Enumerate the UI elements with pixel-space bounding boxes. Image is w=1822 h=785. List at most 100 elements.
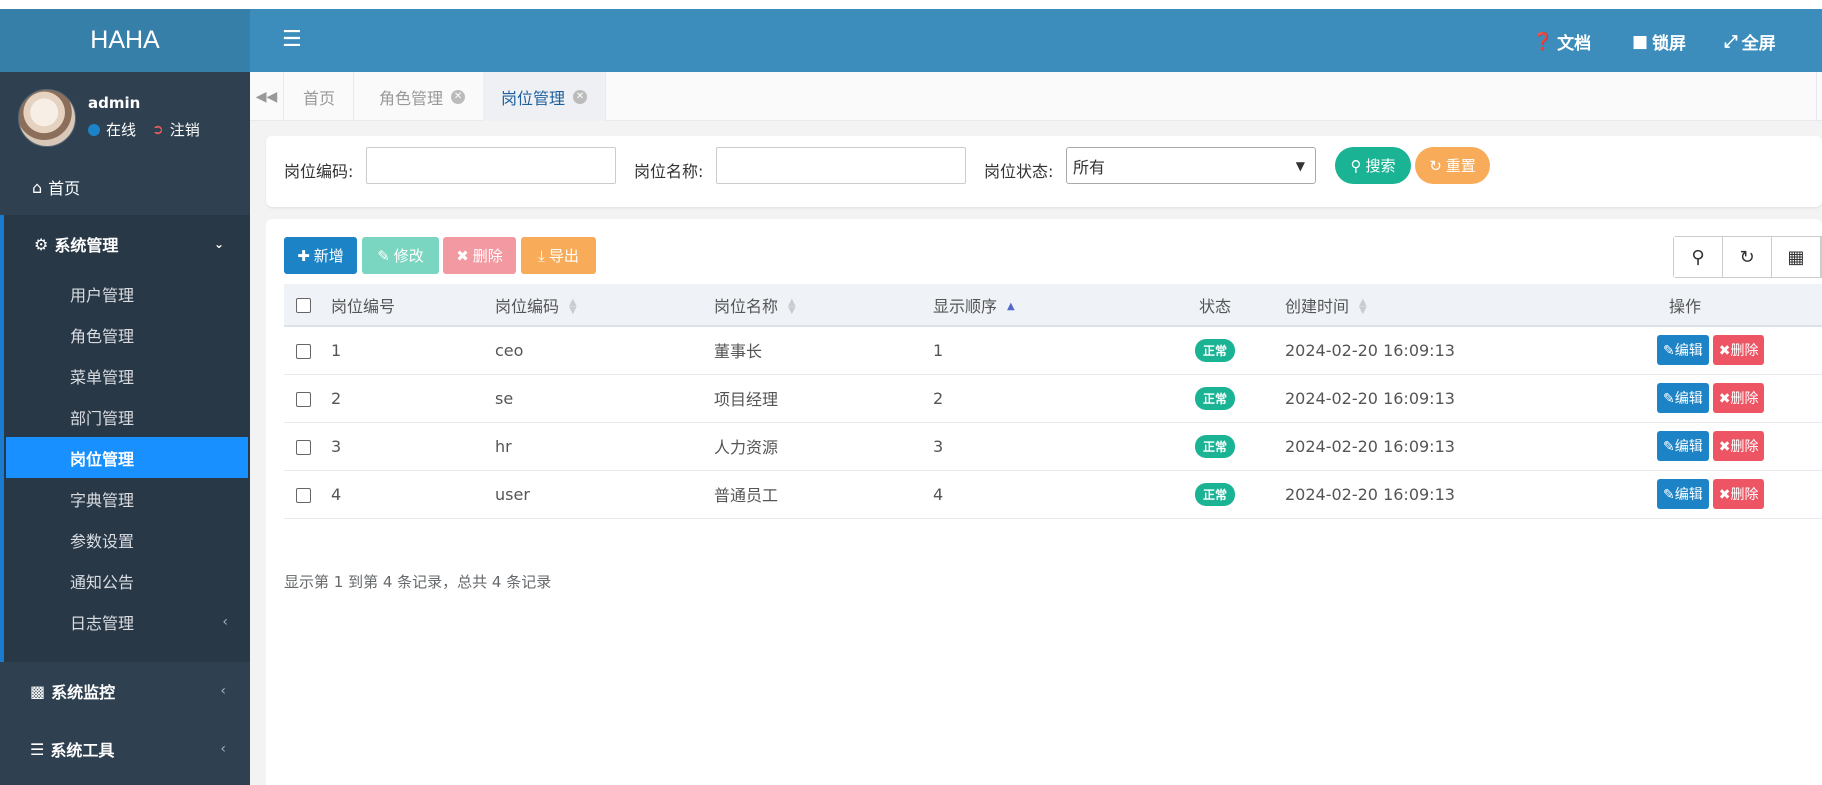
- post-code-input[interactable]: [366, 147, 616, 184]
- tab-roles[interactable]: 角色管理 ✕: [361, 72, 485, 121]
- table-row[interactable]: 3 hr 人力资源 3 正常 2024-02-20 16:09:13 ✎编辑 ✖删…: [284, 422, 1822, 471]
- fullscreen-label: 全屏: [1741, 34, 1776, 54]
- avatar[interactable]: [18, 89, 76, 147]
- select-all-checkbox[interactable]: [296, 298, 311, 313]
- docs-link[interactable]: ❓ 文档: [1532, 29, 1592, 55]
- cell-post-id: 2: [331, 374, 495, 423]
- col-post-name[interactable]: 岗位名称 ▲ ▼: [714, 284, 933, 327]
- tab-home[interactable]: 首页: [285, 72, 355, 121]
- lock-label: 锁屏: [1652, 34, 1687, 54]
- cell-post-name: 人力资源: [714, 422, 933, 471]
- sidebar-item-label: 系统监控: [51, 683, 116, 702]
- col-label: 操作: [1669, 296, 1702, 316]
- top-strip: [0, 0, 1822, 9]
- lock-screen-link[interactable]: ■ 锁屏: [1632, 29, 1687, 55]
- edit-button-label: 修改: [393, 247, 424, 265]
- gear-icon: ⚙: [34, 234, 49, 254]
- online-dot-icon: [88, 123, 100, 136]
- col-create-time[interactable]: 创建时间 ▲ ▼: [1267, 284, 1657, 327]
- table-row[interactable]: 4 user 普通员工 4 正常 2024-02-20 16:09:13 ✎编辑…: [284, 470, 1822, 519]
- search-button-label: 搜索: [1365, 157, 1396, 175]
- cell-post-id: 3: [331, 422, 495, 471]
- sidebar-item-monitor[interactable]: ▩ 系统监控 ‹: [0, 662, 250, 720]
- cell-order: 1: [933, 326, 1163, 375]
- reset-button-label: 重置: [1445, 157, 1476, 175]
- add-button-label: 新增: [313, 247, 344, 265]
- home-icon: ⌂: [32, 177, 43, 197]
- sidebar-item-home[interactable]: ⌂ 首页: [0, 159, 250, 215]
- chevron-left-icon: ‹: [220, 741, 226, 757]
- sidebar-item-tools[interactable]: ☰ 系统工具 ‹: [0, 720, 250, 778]
- tab-scroll-left-icon[interactable]: ◀◀: [250, 72, 284, 121]
- sidebar-item-logs[interactable]: 日志管理 ‹: [4, 601, 250, 642]
- docs-label: 文档: [1557, 34, 1592, 54]
- row-checkbox[interactable]: [296, 391, 311, 407]
- post-status-value: 所有: [1073, 157, 1106, 177]
- logout-icon[interactable]: ➲: [152, 122, 164, 138]
- cell-post-code: se: [495, 374, 714, 423]
- sidebar: HAHA admin 在线 ➲ 注销 ⌂ 首页 ⚙ 系统管理 ⌄ 用户管理 角色…: [0, 9, 250, 785]
- online-label: 在线: [106, 121, 137, 139]
- remove-icon: ✖: [1718, 343, 1731, 360]
- sidebar-item-dicts[interactable]: 字典管理: [4, 478, 250, 519]
- row-edit-button[interactable]: ✎编辑: [1657, 383, 1709, 413]
- cell-post-id: 1: [331, 326, 495, 375]
- tab-scroll-right-icon[interactable]: [1816, 72, 1822, 121]
- row-delete-button[interactable]: ✖删除: [1712, 383, 1765, 413]
- delete-button[interactable]: ✖ 删除: [443, 237, 516, 274]
- video-icon: ▩: [30, 681, 46, 701]
- cell-post-code: ceo: [495, 326, 714, 375]
- table-row[interactable]: 1 ceo 董事长 1 正常 2024-02-20 16:09:13 ✎编辑 ✖删…: [284, 326, 1822, 375]
- brand-logo[interactable]: HAHA: [0, 9, 250, 72]
- row-edit-button[interactable]: ✎编辑: [1657, 431, 1709, 461]
- sidebar-item-menus[interactable]: 菜单管理: [4, 355, 250, 396]
- col-actions: 操作: [1657, 284, 1822, 327]
- sidebar-item-posts[interactable]: 岗位管理: [6, 437, 248, 478]
- row-checkbox[interactable]: [296, 343, 311, 359]
- status-badge: 正常: [1194, 338, 1235, 362]
- tab-label: 首页: [303, 88, 336, 108]
- row-checkbox[interactable]: [296, 439, 311, 455]
- sidebar-item-notice[interactable]: 通知公告: [4, 560, 250, 601]
- col-label: 岗位编号: [331, 296, 396, 316]
- post-name-input[interactable]: [716, 147, 966, 184]
- question-circle-icon: ❓: [1532, 31, 1554, 52]
- search-icon[interactable]: ⚲: [1674, 237, 1723, 277]
- post-name-label: 岗位名称:: [634, 162, 704, 181]
- tab-label: 角色管理: [379, 88, 444, 108]
- search-icon: ⚲: [1350, 156, 1362, 175]
- close-icon[interactable]: ✕: [573, 89, 588, 104]
- tab-posts[interactable]: 岗位管理 ✕: [483, 72, 607, 121]
- edit-icon: ✎: [1663, 391, 1675, 407]
- columns-icon[interactable]: ▦: [1772, 237, 1821, 277]
- row-edit-button[interactable]: ✎编辑: [1657, 335, 1709, 366]
- cell-post-name: 普通员工: [714, 470, 933, 519]
- refresh-icon[interactable]: ↻: [1723, 237, 1772, 277]
- tab-bar: ◀◀ 首页 角色管理 ✕ 岗位管理 ✕: [250, 72, 1822, 121]
- menu-toggle-icon[interactable]: ☰: [282, 27, 302, 52]
- export-button[interactable]: ⤓ 导出: [521, 237, 596, 274]
- fullscreen-link[interactable]: ⤢ 全屏: [1724, 29, 1776, 55]
- col-post-id[interactable]: 岗位编号: [331, 284, 495, 327]
- sidebar-item-users[interactable]: 用户管理: [4, 273, 250, 314]
- row-delete-button[interactable]: ✖删除: [1712, 479, 1765, 509]
- sidebar-item-depts[interactable]: 部门管理: [4, 396, 250, 437]
- sidebar-item-system-management[interactable]: ⚙ 系统管理 ⌄: [4, 215, 250, 273]
- user-name: admin: [88, 94, 141, 112]
- row-checkbox[interactable]: [296, 487, 311, 503]
- reset-button[interactable]: ↻ 重置: [1415, 147, 1490, 184]
- sidebar-item-config[interactable]: 参数设置: [4, 519, 250, 560]
- close-icon[interactable]: ✕: [451, 89, 466, 104]
- search-button[interactable]: ⚲ 搜索: [1335, 147, 1411, 184]
- row-delete-button[interactable]: ✖删除: [1712, 335, 1765, 366]
- row-delete-button[interactable]: ✖删除: [1712, 431, 1765, 461]
- edit-button[interactable]: ✎ 修改: [362, 237, 439, 274]
- post-status-select[interactable]: 所有 ▼: [1066, 147, 1316, 184]
- table-row[interactable]: 2 se 项目经理 2 正常 2024-02-20 16:09:13 ✎编辑 ✖删…: [284, 374, 1822, 423]
- col-post-code[interactable]: 岗位编码 ▲ ▼: [495, 284, 714, 327]
- col-order[interactable]: 显示顺序 ▲: [933, 284, 1163, 327]
- row-edit-button[interactable]: ✎编辑: [1657, 479, 1709, 509]
- add-button[interactable]: ✚ 新增: [284, 237, 357, 274]
- logout-link[interactable]: 注销: [170, 119, 200, 140]
- sidebar-item-roles[interactable]: 角色管理: [4, 314, 250, 355]
